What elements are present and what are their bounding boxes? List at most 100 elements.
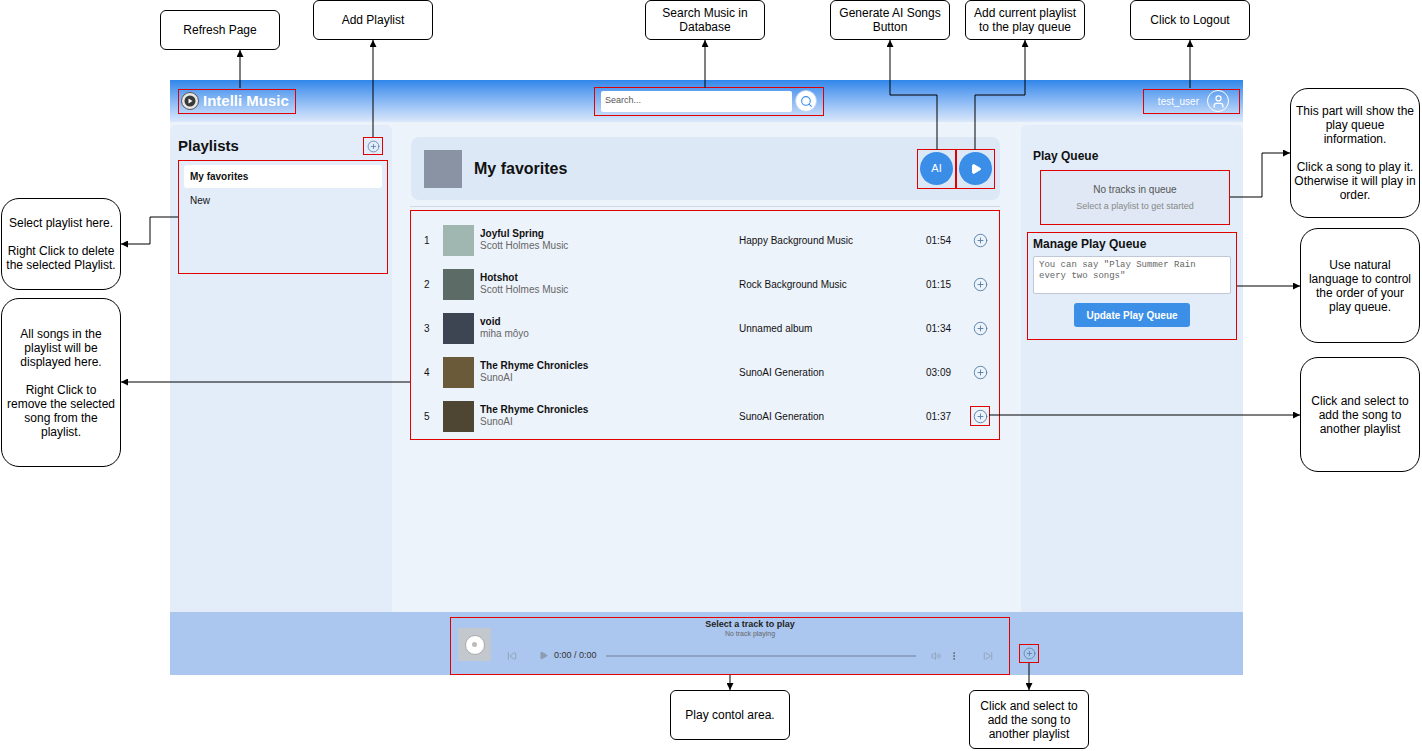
queue-empty-box: No tracks in queueSelect a playlist to g…: [1040, 170, 1230, 225]
track-album: SunoAI Generation: [739, 365, 926, 380]
track-title: Joyful Spring: [480, 228, 739, 240]
queue-empty-hint: Select a playlist to get started: [1076, 200, 1194, 214]
queue-title: Play Queue: [1027, 149, 1237, 163]
add-to-queue-button[interactable]: [959, 152, 992, 185]
track-thumbnail: [443, 225, 474, 256]
queue-command-input[interactable]: You can say "Play Summer Rain every two …: [1033, 256, 1231, 294]
annotation-text: Play contol area.: [685, 708, 774, 722]
add-to-playlist-button[interactable]: [970, 274, 990, 294]
manage-queue-box: Manage Play Queue You can say "Play Summe…: [1027, 232, 1237, 340]
more-icon[interactable]: [949, 651, 959, 661]
track-row[interactable]: 1Joyful SpringScott Holmes MusicHappy Ba…: [411, 218, 999, 262]
manage-queue-title: Manage Play Queue: [1033, 237, 1231, 251]
annotated-screenshot: Intelli Music Search... test_user Playlists…: [0, 0, 1422, 751]
track-duration: 01:37: [926, 409, 970, 424]
track-duration: 01:15: [926, 277, 970, 292]
plus-icon: [367, 140, 380, 153]
annotation-text: Search Music in Database: [649, 6, 761, 34]
track-artist: SunoAI: [480, 372, 739, 384]
arrows: [0, 0, 1422, 751]
track-info: HotshotScott Holmes Music: [480, 272, 739, 296]
annotation-text: Add Playlist: [342, 13, 405, 27]
track-row[interactable]: 4 The Rhyme ChroniclesSunoAISunoAI Genera…: [411, 350, 999, 394]
track-title: void: [480, 316, 739, 328]
arrow: [373, 40, 374, 137]
annotation-callout: Search Music in Database: [645, 0, 765, 40]
play-icon[interactable]: [539, 651, 548, 660]
search-button[interactable]: [795, 90, 817, 112]
plus-icon: [973, 233, 988, 248]
track-duration: 01:54: [926, 233, 970, 248]
annotation-text: Refresh Page: [183, 23, 256, 37]
search-input[interactable]: Search...: [601, 91, 792, 112]
track-row[interactable]: 2HotshotScott Holmes MusicRock Backgroun…: [411, 262, 999, 306]
track-thumbnail: [443, 313, 474, 344]
add-to-playlist-button[interactable]: [970, 318, 990, 338]
username: test_user: [1158, 94, 1199, 109]
disc-icon: [465, 635, 485, 655]
annotation-callout: Use natural language to control the orde…: [1300, 228, 1420, 343]
annotation-callout: This part will show the play queue infor…: [1290, 88, 1420, 218]
add-current-to-playlist-button[interactable]: [1019, 644, 1039, 663]
track-info: The Rhyme ChroniclesSunoAI: [480, 404, 739, 428]
logo-icon: [181, 92, 199, 110]
track-number: 4: [424, 365, 443, 380]
track-row[interactable]: 3voidmiha môyoUnnamed album01:34: [411, 306, 999, 350]
app-window: Intelli Music Search... test_user Playlists…: [170, 80, 1243, 675]
logo-refresh[interactable]: Intelli Music: [178, 89, 296, 114]
annotation-callout: All songs in the playlist will be displa…: [1, 298, 121, 467]
ai-button-frame: AI: [917, 149, 956, 189]
plus-icon: [973, 321, 988, 336]
player-controls-area: Select a track to playNo track playing0:…: [450, 617, 1010, 675]
track-title: The Rhyme Chronicles: [480, 360, 739, 372]
plus-icon: [1023, 647, 1036, 660]
user-logout[interactable]: test_user: [1143, 89, 1240, 114]
annotation-text: Right Click to remove the selected song …: [5, 383, 117, 439]
plus-icon: [973, 409, 988, 424]
add-to-playlist-button[interactable]: [970, 406, 990, 426]
update-queue-button[interactable]: Update Play Queue: [1074, 303, 1190, 327]
sidebar: PlaylistsMy favoritesNew: [170, 125, 392, 612]
ai-button[interactable]: AI: [920, 152, 953, 185]
track-artist: Scott Holmes Music: [480, 240, 739, 252]
playlist-header: My favorites AI: [411, 137, 1000, 200]
previous-icon[interactable]: [507, 651, 517, 661]
annotation-callout: Refresh Page: [160, 10, 280, 50]
playlist-item[interactable]: My favorites: [184, 165, 382, 188]
logo-text: Intelli Music: [203, 90, 289, 113]
arrow: [1230, 153, 1290, 197]
arrow: [730, 675, 731, 690]
track-list: 1Joyful SpringScott Holmes MusicHappy Ba…: [410, 210, 1000, 440]
next-icon[interactable]: [983, 651, 993, 661]
annotation-text: Generate AI Songs Button: [834, 6, 946, 34]
progress-bar[interactable]: [606, 655, 916, 657]
now-playing-title: Select a track to play: [491, 619, 1009, 629]
avatar: [1207, 90, 1229, 112]
playlist-title: My favorites: [474, 157, 567, 181]
annotation-text: All songs in the playlist will be displa…: [5, 327, 117, 369]
arrow: [989, 415, 1300, 416]
track-row[interactable]: 5 The Rhyme ChroniclesSunoAISunoAI Genera…: [411, 394, 999, 438]
annotation-callout: Select playlist here.Right Click to dele…: [1, 198, 121, 290]
add-playlist-button[interactable]: [363, 137, 383, 155]
track-title: The Rhyme Chronicles: [480, 404, 739, 416]
arrow: [121, 382, 410, 383]
annotation-text: Click and select to add the song to anot…: [973, 699, 1085, 741]
track-album: Rock Background Music: [739, 277, 926, 292]
annotation-callout: Click and select to add the song to anot…: [1300, 357, 1420, 472]
track-info: voidmiha môyo: [480, 316, 739, 340]
playlist-item[interactable]: New: [184, 189, 382, 212]
add-to-playlist-button[interactable]: [970, 362, 990, 382]
arrow: [1237, 286, 1300, 287]
volume-icon[interactable]: [931, 651, 941, 661]
annotation-text: This part will show the play queue infor…: [1294, 104, 1416, 146]
add-to-playlist-button[interactable]: [970, 230, 990, 250]
track-thumbnail: [443, 401, 474, 432]
annotation-text: Select playlist here.: [9, 216, 113, 230]
playlist-view: My favorites AI 1Joyful SpringScott Holmes…: [392, 125, 1021, 612]
track-number: 5: [424, 409, 443, 424]
play-icon: [970, 163, 982, 175]
track-album: SunoAI Generation: [739, 409, 926, 424]
playlist-cover: [424, 150, 462, 188]
track-info: The Rhyme ChroniclesSunoAI: [480, 360, 739, 384]
